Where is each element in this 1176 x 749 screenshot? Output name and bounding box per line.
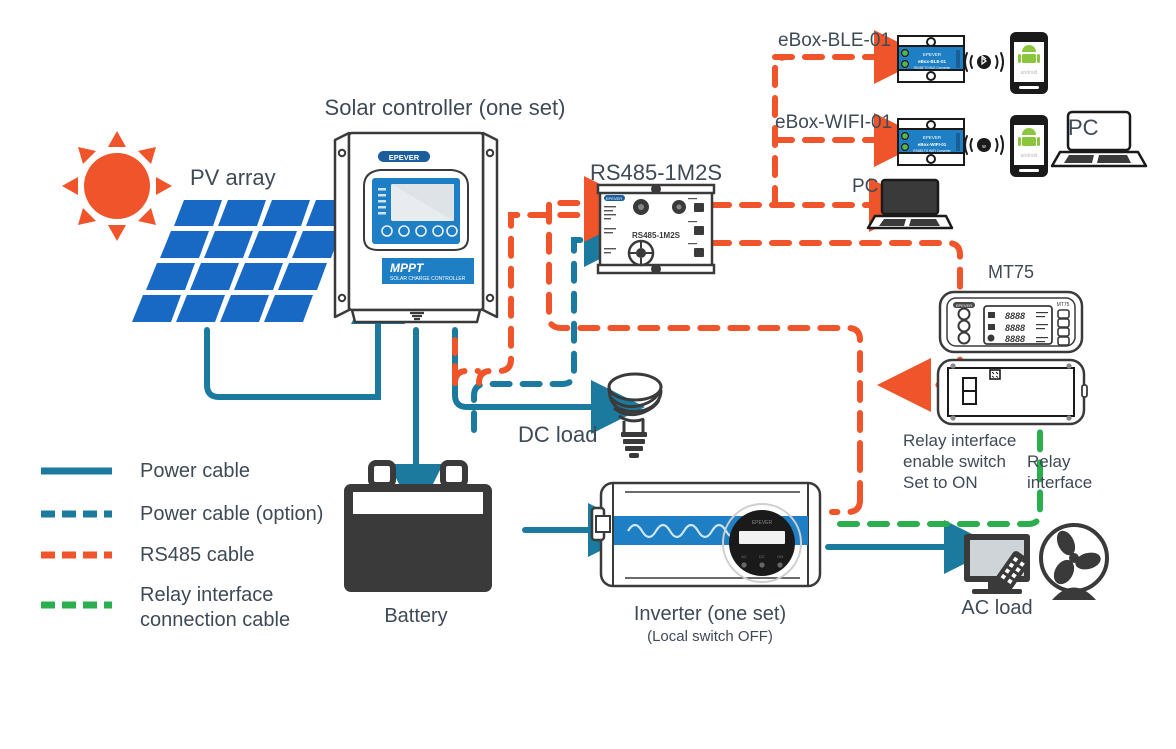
laptop-icon — [866, 178, 954, 230]
svg-text:8888: 8888 — [1005, 334, 1025, 344]
svg-text:MT75: MT75 — [1057, 302, 1070, 308]
battery-icon — [344, 460, 492, 592]
battery-label: Battery — [384, 605, 448, 627]
svg-text:android: android — [1021, 153, 1038, 159]
inverter-label: Inverter (one set) — [633, 603, 787, 625]
svg-text:RS485 TO BLE Converter: RS485 TO BLE Converter — [914, 66, 952, 70]
svg-text:EPEVER: EPEVER — [923, 52, 942, 57]
mt75-label: MT75 — [987, 262, 1035, 282]
svg-text:eBox-WIFI-01: eBox-WIFI-01 — [918, 142, 947, 147]
rs485-hub-device: EPEVER RS485-1M2S — [596, 183, 716, 275]
svg-text:ON: ON — [777, 554, 783, 559]
svg-text:DC: DC — [759, 554, 765, 559]
svg-text:8888: 8888 — [1005, 311, 1025, 321]
pc-rs485-label: PC — [852, 176, 879, 197]
laptop-icon — [1050, 110, 1148, 168]
legend-item-power-cable-option: Power cable (option) — [140, 503, 324, 525]
svg-text:AC: AC — [741, 554, 747, 559]
sun-icon — [62, 131, 172, 241]
solar-controller-label: Solar controller (one set) — [324, 95, 566, 120]
svg-text:RS485-1M2S: RS485-1M2S — [632, 231, 681, 240]
solar-panel-icon — [132, 200, 354, 322]
svg-text:w: w — [982, 144, 986, 150]
svg-text:EPEVER: EPEVER — [606, 196, 622, 201]
wifi-icon: w — [964, 135, 1004, 155]
relay-switch-label-1: Relay interface — [903, 431, 1017, 450]
ebox-wifi-device: EPEVER eBox-WIFI-01 RS485 TO WIFI Conver… — [897, 118, 965, 166]
legend-item-relay-cable: Relay interface connection cable — [140, 584, 291, 631]
svg-text:android: android — [1021, 70, 1038, 76]
svg-text:RS485 TO WIFI Converter: RS485 TO WIFI Converter — [913, 149, 951, 153]
relay-switch-label-2: enable switch — [903, 452, 1007, 471]
inverter-sublabel: (Local switch OFF) — [647, 628, 773, 645]
svg-text:8888: 8888 — [1005, 323, 1025, 333]
solar-controller-device: EPEVER MPPT SOLAR CHARGE CONTROLLER — [333, 131, 499, 324]
inverter-device: EPEVER AC DC ON — [590, 481, 822, 588]
devices-layer: EPEVER MPPT SOLAR CHARGE CONTROLLER EPEV… — [41, 32, 1148, 609]
relay-interface-label-1: Relay — [1027, 452, 1071, 471]
mt75-device: EPEVER MT75 8888 8888 8888 — [938, 290, 1084, 354]
legend-item-rs485-cable: RS485 cable — [140, 544, 255, 566]
relay-interface-label-2: interface — [1027, 473, 1093, 492]
ebox-ble-label: eBox-BLE-01 — [778, 30, 892, 51]
diagram-canvas: EPEVER MPPT SOLAR CHARGE CONTROLLER EPEV… — [0, 0, 1176, 749]
svg-text:EPEVER: EPEVER — [389, 153, 420, 162]
smartphone-icon: android — [1010, 115, 1048, 177]
bluetooth-icon — [964, 52, 1004, 72]
cfl-bulb-base — [621, 432, 647, 458]
svg-text:EPEVER: EPEVER — [956, 303, 972, 308]
svg-text:eBox-BLE-01: eBox-BLE-01 — [918, 59, 947, 64]
smartphone-icon: android — [1010, 32, 1048, 94]
svg-text:EPEVER: EPEVER — [923, 135, 942, 140]
svg-text:EPEVER: EPEVER — [752, 520, 773, 526]
rs485-hub-label: RS485-1M2S — [589, 160, 723, 185]
relay-switch-label-3: Set to ON — [903, 473, 978, 492]
svg-text:MPPT: MPPT — [390, 261, 425, 275]
cfl-bulb-icon — [607, 372, 663, 432]
legend-item-power-cable: Power cable — [140, 460, 251, 482]
legend-swatches — [41, 467, 112, 609]
pc-wifi-label: PC — [1068, 115, 1099, 140]
relay-interface-port — [989, 369, 1001, 380]
pv-array-label: PV array — [190, 165, 276, 190]
fan-icon — [1039, 523, 1109, 600]
controller-brand-logo: EPEVER — [378, 151, 430, 162]
relay-module-device — [936, 358, 1088, 426]
ac-load-label: AC load — [961, 597, 1033, 619]
relay-enable-switch — [962, 377, 977, 405]
svg-text:SOLAR CHARGE CONTROLLER: SOLAR CHARGE CONTROLLER — [390, 276, 466, 282]
ebox-wifi-label: eBox-WIFI-01 — [775, 112, 893, 133]
ebox-ble-device: EPEVER eBox-BLE-01 RS485 TO BLE Converte… — [897, 35, 965, 83]
dc-load-label: DC load — [518, 422, 598, 447]
